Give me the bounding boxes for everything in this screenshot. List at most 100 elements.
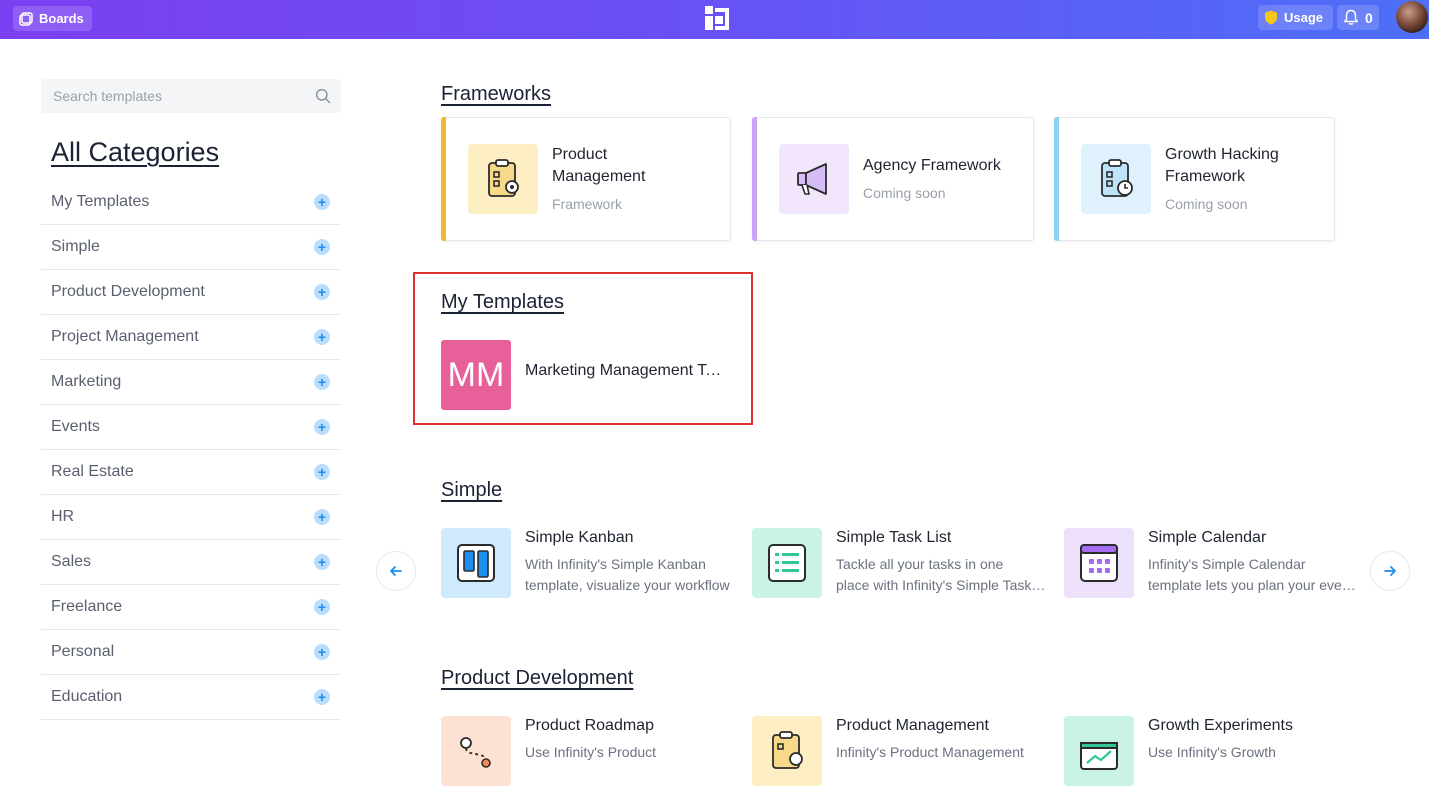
expand-plus-icon[interactable]: + [314, 284, 330, 300]
framework-subtitle: Coming soon [863, 185, 946, 201]
template-description-line: Use Infinity's Growth [1148, 744, 1276, 760]
clipboard-gear-icon [468, 144, 538, 214]
category-marketing[interactable]: Marketing + [41, 360, 341, 405]
template-initials-tile[interactable]: MM [441, 340, 511, 410]
my-templates-section-title[interactable]: My Templates [441, 291, 564, 314]
template-card-simple-kanban[interactable]: Simple Kanban With Infinity's Simple Kan… [441, 528, 741, 600]
notifications-count: 0 [1365, 9, 1373, 26]
frameworks-section-title[interactable]: Frameworks [441, 83, 551, 106]
expand-plus-icon[interactable]: + [314, 689, 330, 705]
template-name[interactable]: Marketing Management Template [525, 362, 725, 380]
search-icon[interactable] [315, 88, 331, 104]
category-label: Real Estate [51, 463, 134, 480]
category-my-templates[interactable]: My Templates + [41, 180, 341, 225]
category-hr[interactable]: HR + [41, 495, 341, 540]
card-accent-bar [1054, 117, 1059, 241]
template-card-product-roadmap[interactable]: Product Roadmap Use Infinity's Product [441, 716, 741, 788]
template-description-line: Infinity's Simple Calendar [1148, 556, 1306, 572]
expand-plus-icon[interactable]: + [314, 554, 330, 570]
category-education[interactable]: Education + [41, 675, 341, 720]
framework-title-line: Growth Hacking [1165, 146, 1279, 163]
framework-card-agency[interactable]: Agency Framework Coming soon [752, 117, 1034, 241]
framework-card-growth-hacking[interactable]: Growth Hacking Framework Coming soon [1054, 117, 1335, 241]
infinity-logo[interactable] [703, 4, 733, 34]
arrow-left-icon [390, 566, 402, 576]
category-list: My Templates + Simple + Product Developmen… [41, 180, 341, 720]
growth-chart-icon [1064, 716, 1134, 786]
notifications-button[interactable]: 0 [1337, 5, 1379, 30]
calendar-icon [1064, 528, 1134, 598]
category-label: Project Management [51, 328, 199, 345]
framework-title: Product Management [552, 144, 645, 188]
expand-plus-icon[interactable]: + [314, 644, 330, 660]
clipboard-gear-icon [752, 716, 822, 786]
task-list-icon [752, 528, 822, 598]
roadmap-icon [441, 716, 511, 786]
all-categories-heading[interactable]: All Categories [51, 137, 219, 168]
category-label: Personal [51, 643, 115, 660]
usage-label: Usage [1284, 10, 1324, 25]
search-box [41, 79, 341, 113]
template-name: Simple Kanban [525, 529, 634, 546]
carousel-next-button[interactable] [1370, 551, 1410, 591]
kanban-icon [441, 528, 511, 598]
category-label: My Templates [51, 193, 150, 210]
framework-card-product-management[interactable]: Product Management Framework [441, 117, 731, 241]
framework-subtitle: Framework [552, 196, 623, 212]
simple-section-title[interactable]: Simple [441, 479, 502, 502]
card-accent-bar [752, 117, 757, 241]
boards-label: Boards [39, 11, 84, 26]
bell-icon [1344, 9, 1358, 25]
boards-button[interactable]: Boards [13, 6, 92, 31]
category-label: HR [51, 508, 75, 525]
framework-title: Agency Framework [863, 155, 1001, 177]
template-name: Growth Experiments [1148, 717, 1293, 734]
category-label: Simple [51, 238, 100, 255]
top-bar: Boards Usage 0 [0, 0, 1429, 39]
category-label: Education [51, 688, 123, 705]
category-real-estate[interactable]: Real Estate + [41, 450, 341, 495]
template-description: Infinity's Simple Calendar template lets… [1148, 554, 1360, 596]
category-label: Marketing [51, 373, 122, 390]
avatar[interactable] [1396, 1, 1428, 33]
carousel-prev-button[interactable] [376, 551, 416, 591]
card-accent-bar [441, 117, 446, 241]
expand-plus-icon[interactable]: + [314, 194, 330, 210]
template-name: Simple Task List [836, 529, 952, 546]
template-card-simple-task-list[interactable]: Simple Task List Tackle all your tasks i… [752, 528, 1052, 600]
category-personal[interactable]: Personal + [41, 630, 341, 675]
category-label: Product Development [51, 283, 205, 300]
expand-plus-icon[interactable]: + [314, 599, 330, 615]
expand-plus-icon[interactable]: + [314, 419, 330, 435]
category-events[interactable]: Events + [41, 405, 341, 450]
product-development-section-title[interactable]: Product Development [441, 667, 633, 690]
expand-plus-icon[interactable]: + [314, 239, 330, 255]
arrow-right-icon [1384, 566, 1396, 576]
expand-plus-icon[interactable]: + [314, 509, 330, 525]
template-card-product-management[interactable]: Product Management Infinity's Product Ma… [752, 716, 1052, 788]
template-description-line: Tackle all your tasks in one [836, 556, 1004, 572]
category-simple[interactable]: Simple + [41, 225, 341, 270]
template-description: Use Infinity's Product [525, 742, 737, 763]
template-description-line: Use Infinity's Product [525, 744, 657, 760]
usage-button[interactable]: Usage [1258, 5, 1334, 30]
expand-plus-icon[interactable]: + [314, 374, 330, 390]
template-card-simple-calendar[interactable]: Simple Calendar Infinity's Simple Calend… [1064, 528, 1364, 600]
category-project-management[interactable]: Project Management + [41, 315, 341, 360]
expand-plus-icon[interactable]: + [314, 329, 330, 345]
framework-title: Growth Hacking Framework [1165, 144, 1279, 188]
search-input[interactable] [41, 79, 306, 113]
category-label: Events [51, 418, 100, 435]
category-sales[interactable]: Sales + [41, 540, 341, 585]
template-card-growth-experiments[interactable]: Growth Experiments Use Infinity's Growth [1064, 716, 1364, 788]
framework-title-line: Framework [1165, 168, 1246, 185]
category-freelance[interactable]: Freelance + [41, 585, 341, 630]
framework-subtitle: Coming soon [1165, 196, 1248, 212]
template-description-line: With Infinity's Simple Kanban [525, 556, 706, 572]
template-description-line: template, visualize your workflow [525, 577, 730, 593]
expand-plus-icon[interactable]: + [314, 464, 330, 480]
template-description-line: Infinity's Product Management [836, 744, 1024, 760]
category-product-development[interactable]: Product Development + [41, 270, 341, 315]
boards-icon [19, 11, 33, 26]
framework-title-line: Management [552, 168, 646, 185]
